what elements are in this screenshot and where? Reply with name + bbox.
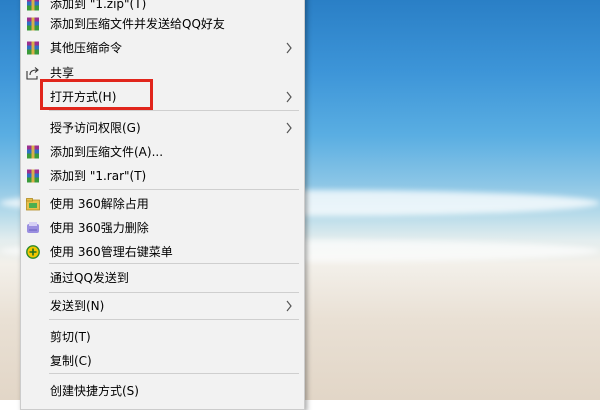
menu-item-label: 共享 (50, 66, 75, 80)
share-icon (26, 67, 39, 80)
menu-item-add-and-send-qq[interactable]: 添加到压缩文件并发送给QQ好友 (21, 13, 304, 35)
winrar-archive-icon (27, 169, 39, 183)
winrar-archive-icon (27, 17, 39, 31)
menu-item-label: 打开方式(H) (50, 90, 117, 104)
menu-separator (49, 189, 299, 190)
menu-separator (49, 292, 299, 293)
menu-item-label: 复制(C) (50, 354, 92, 368)
menu-item-open-with[interactable]: 打开方式(H) (21, 86, 304, 108)
menu-item-label: 使用 360强力删除 (50, 221, 149, 235)
chevron-right-icon (286, 42, 292, 54)
menu-item-label: 添加到压缩文件并发送给QQ好友 (50, 17, 225, 31)
menu-item-copy[interactable]: 复制(C) (21, 350, 304, 372)
chevron-right-icon (286, 122, 292, 134)
menu-separator (49, 263, 299, 264)
winrar-archive-icon (27, 41, 39, 55)
menu-item-label: 使用 360解除占用 (50, 197, 149, 211)
shred-delete-icon (27, 222, 39, 233)
folder-unlock-icon (26, 198, 40, 211)
context-menu: 添加到 "1.zip"(T) 添加到压缩文件并发送给QQ好友 其他压缩命令 共享 (20, 0, 305, 410)
menu-separator (49, 110, 299, 111)
menu-item-label: 通过QQ发送到 (50, 271, 129, 285)
chevron-right-icon (286, 91, 292, 103)
menu-item-share[interactable]: 共享 (21, 62, 304, 84)
menu-item-label: 其他压缩命令 (50, 41, 123, 55)
menu-item-send-to[interactable]: 发送到(N) (21, 295, 304, 317)
menu-item-label: 发送到(N) (50, 299, 105, 313)
menu-item-label: 授予访问权限(G) (50, 121, 141, 135)
menu-item-send-via-qq[interactable]: 通过QQ发送到 (21, 267, 304, 289)
menu-item-add-to-rar[interactable]: 添加到 "1.rar"(T) (21, 165, 304, 187)
menu-item-label: 剪切(T) (50, 330, 91, 344)
menu-item-cut[interactable]: 剪切(T) (21, 326, 304, 348)
menu-item-add-to-archive[interactable]: 添加到压缩文件(A)... (21, 141, 304, 163)
menu-item-create-shortcut[interactable]: 创建快捷方式(S) (21, 380, 304, 402)
menu-item-label: 创建快捷方式(S) (50, 384, 139, 398)
menu-separator (49, 319, 299, 320)
menu-separator (49, 373, 299, 374)
winrar-archive-icon (27, 0, 39, 11)
menu-item-360-unlock[interactable]: 使用 360解除占用 (21, 193, 304, 215)
menu-item-label: 使用 360管理右键菜单 (50, 245, 173, 259)
menu-item-grant-access[interactable]: 授予访问权限(G) (21, 117, 304, 139)
menu-item-360-force-delete[interactable]: 使用 360强力删除 (21, 217, 304, 239)
menu-item-label: 添加到 "1.rar"(T) (50, 169, 147, 183)
menu-item-label: 添加到压缩文件(A)... (50, 145, 164, 159)
menu-item-other-compress[interactable]: 其他压缩命令 (21, 37, 304, 59)
360-manage-icon (26, 245, 40, 259)
winrar-archive-icon (27, 145, 39, 159)
chevron-right-icon (286, 300, 292, 312)
menu-item-360-manage-menu[interactable]: 使用 360管理右键菜单 (21, 241, 304, 263)
